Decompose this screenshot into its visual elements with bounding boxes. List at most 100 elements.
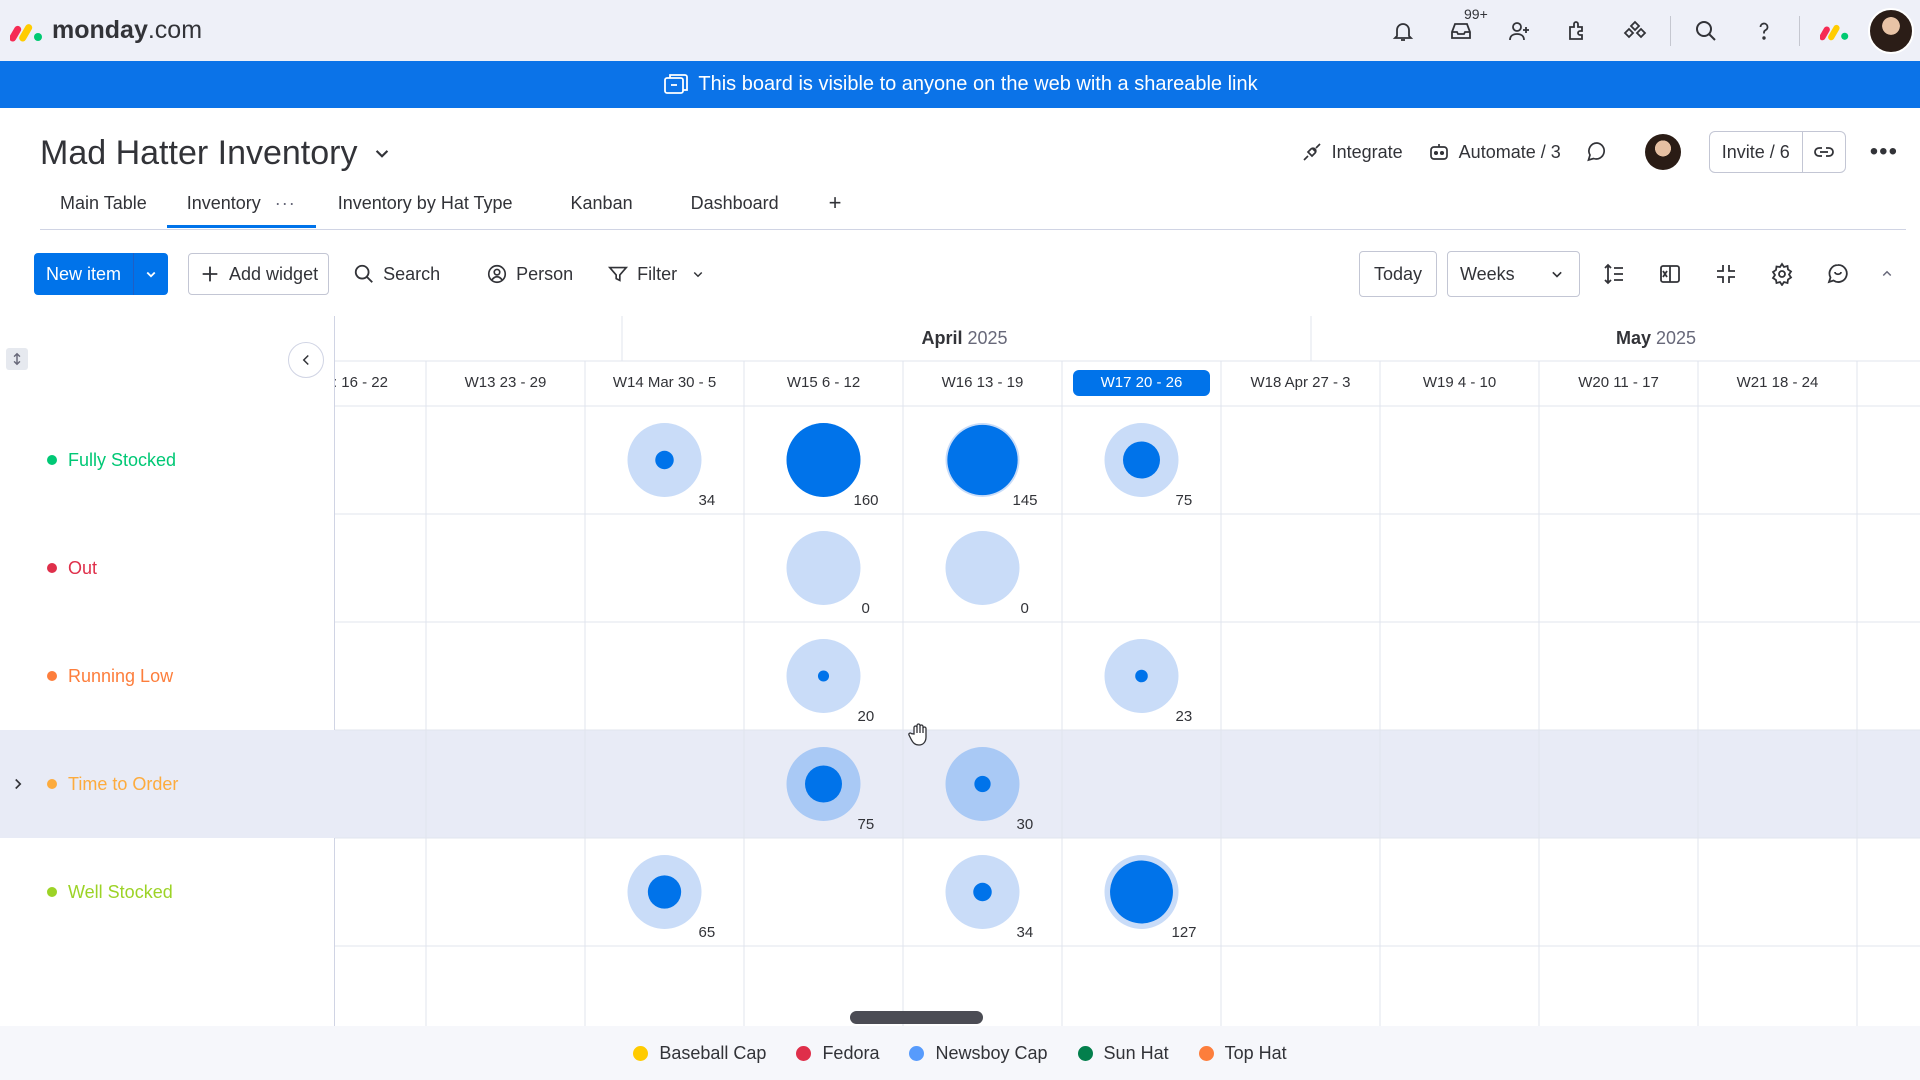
new-item-dropdown[interactable] xyxy=(134,265,168,283)
bubble-inner xyxy=(786,423,861,497)
divider xyxy=(1799,15,1800,46)
updates-button[interactable] xyxy=(1585,140,1617,164)
collapse-sidebar-button[interactable] xyxy=(288,342,324,378)
automate-button[interactable]: Automate / 3 xyxy=(1427,140,1561,164)
gear-icon xyxy=(1771,262,1793,286)
zoom-select-value: Weeks xyxy=(1460,263,1515,284)
legend-item[interactable]: Fedora xyxy=(796,1043,879,1064)
group-row-label[interactable]: Time to Order xyxy=(0,730,335,838)
collapse-header-button[interactable] xyxy=(1872,252,1902,296)
month-name: May xyxy=(1616,328,1652,348)
today-button[interactable]: Today xyxy=(1358,251,1437,297)
person-filter-button[interactable]: Person xyxy=(476,253,583,295)
chevron-right-icon[interactable] xyxy=(9,775,27,793)
tabs-divider xyxy=(40,229,1906,230)
feedback-button[interactable] xyxy=(1816,252,1860,296)
automate-label: Automate / 3 xyxy=(1458,141,1561,162)
week-label: W14 Mar 30 - 5 xyxy=(612,374,717,391)
bubble-value-label: 0 xyxy=(1020,600,1029,617)
invite-button[interactable]: Invite / 6 xyxy=(1710,132,1803,172)
chevron-down-icon[interactable] xyxy=(689,265,707,283)
help-button[interactable] xyxy=(1742,9,1786,53)
divider xyxy=(1670,15,1671,46)
chevron-down-icon[interactable] xyxy=(369,140,395,166)
legend-color-dot xyxy=(633,1045,649,1061)
apps-button[interactable] xyxy=(1555,9,1599,53)
user-avatar[interactable] xyxy=(1868,7,1914,54)
bubble-inner xyxy=(1135,669,1148,683)
integrate-label: Integrate xyxy=(1331,141,1403,162)
bubble-inner xyxy=(1123,441,1160,479)
group-label: Running Low xyxy=(68,665,174,686)
tab-inventory[interactable]: Inventory ··· xyxy=(166,188,316,228)
tab-inventory-by-hat-type[interactable]: Inventory by Hat Type xyxy=(318,188,533,228)
sort-icon xyxy=(13,352,21,366)
fullscreen-button[interactable] xyxy=(1704,252,1748,296)
legend-label: Sun Hat xyxy=(1103,1042,1169,1063)
group-color-dot xyxy=(47,671,57,681)
tab-dashboard[interactable]: Dashboard xyxy=(671,188,799,228)
group-color-dot xyxy=(47,455,57,465)
group-row-label[interactable]: Out xyxy=(0,514,335,622)
bubble-outer[interactable] xyxy=(786,531,861,605)
legend: Baseball Cap Fedora Newsboy Cap Sun Hat Top … xyxy=(0,1026,1920,1080)
group-label: Out xyxy=(68,557,98,578)
bubble-inner xyxy=(973,882,992,902)
bubble-outer[interactable] xyxy=(945,531,1020,605)
export-excel-button[interactable] xyxy=(1648,252,1692,296)
marketplace-button[interactable] xyxy=(1613,9,1657,53)
notifications-button[interactable] xyxy=(1381,9,1425,53)
plus-icon xyxy=(202,266,218,282)
group-row-label[interactable]: Fully Stocked xyxy=(0,406,335,514)
search-button[interactable]: Search xyxy=(343,253,450,295)
invite-group: Invite / 6 xyxy=(1708,131,1846,173)
week-label: W13 23 - 29 xyxy=(464,374,547,391)
week-label: W15 6 - 12 xyxy=(786,374,861,391)
group-row-label[interactable]: Running Low xyxy=(0,622,335,730)
integrate-button[interactable]: Integrate xyxy=(1300,140,1403,164)
chevron-down-icon xyxy=(1552,271,1562,278)
add-widget-button[interactable]: Add widget xyxy=(188,253,330,295)
row-height-icon xyxy=(1604,263,1623,285)
timeline-controls: Today Weeks xyxy=(1358,251,1902,297)
tab-main-table[interactable]: Main Table xyxy=(40,188,167,228)
legend-item[interactable]: Baseball Cap xyxy=(633,1043,766,1064)
bubble-value-label: 160 xyxy=(853,492,879,509)
invite-members-icon xyxy=(1509,21,1529,40)
tab-kanban[interactable]: Kanban xyxy=(551,188,653,228)
tab-options-icon[interactable]: ··· xyxy=(275,193,296,213)
legend-item[interactable]: Top Hat xyxy=(1198,1043,1287,1064)
new-item-button[interactable]: New item xyxy=(34,253,135,295)
more-options-icon[interactable]: ••• xyxy=(1870,138,1898,166)
invite-members-button[interactable] xyxy=(1497,9,1541,53)
horizontal-scrollbar[interactable] xyxy=(850,1011,983,1024)
bubble-value-label: 0 xyxy=(861,600,870,617)
collapse-fullscreen-icon xyxy=(1717,265,1735,283)
product-switcher[interactable] xyxy=(1813,9,1857,53)
timeline-grid: April 2025 May 2025: 16 - 22 W13 23 - 29 W1… xyxy=(335,316,1920,1026)
zoom-select[interactable]: Weeks xyxy=(1447,251,1580,297)
add-view-button[interactable]: + xyxy=(811,188,860,218)
add-widget-label: Add widget xyxy=(229,263,319,284)
board-title[interactable]: Mad Hatter Inventory xyxy=(40,134,357,173)
sort-toggle[interactable] xyxy=(6,348,28,370)
row-height-button[interactable] xyxy=(1592,252,1636,296)
bubble-inner xyxy=(647,875,682,909)
group-row-label[interactable]: Well Stocked xyxy=(0,838,335,946)
copy-link-button[interactable] xyxy=(1803,140,1845,164)
legend-item[interactable]: Sun Hat xyxy=(1077,1042,1169,1064)
board-member-avatar[interactable] xyxy=(1644,134,1681,170)
monday-logo[interactable]: monday.com xyxy=(10,0,202,61)
bubble-value-label: 20 xyxy=(857,708,875,725)
bubble-inner xyxy=(655,450,674,470)
month-year: 2025 xyxy=(962,328,1008,348)
legend-item[interactable]: Newsboy Cap xyxy=(909,1043,1048,1064)
filter-label: Filter xyxy=(637,263,678,284)
filter-button[interactable]: Filter xyxy=(597,253,717,295)
timeline-sidebar: Fully Stocked Out Running Low Time to Order… xyxy=(0,316,335,1026)
search-button[interactable] xyxy=(1684,9,1728,53)
inbox-button[interactable]: 99+ xyxy=(1439,5,1491,53)
settings-button[interactable] xyxy=(1760,252,1804,296)
apps-icon xyxy=(1569,20,1583,40)
legend-color-dot xyxy=(1077,1045,1093,1061)
